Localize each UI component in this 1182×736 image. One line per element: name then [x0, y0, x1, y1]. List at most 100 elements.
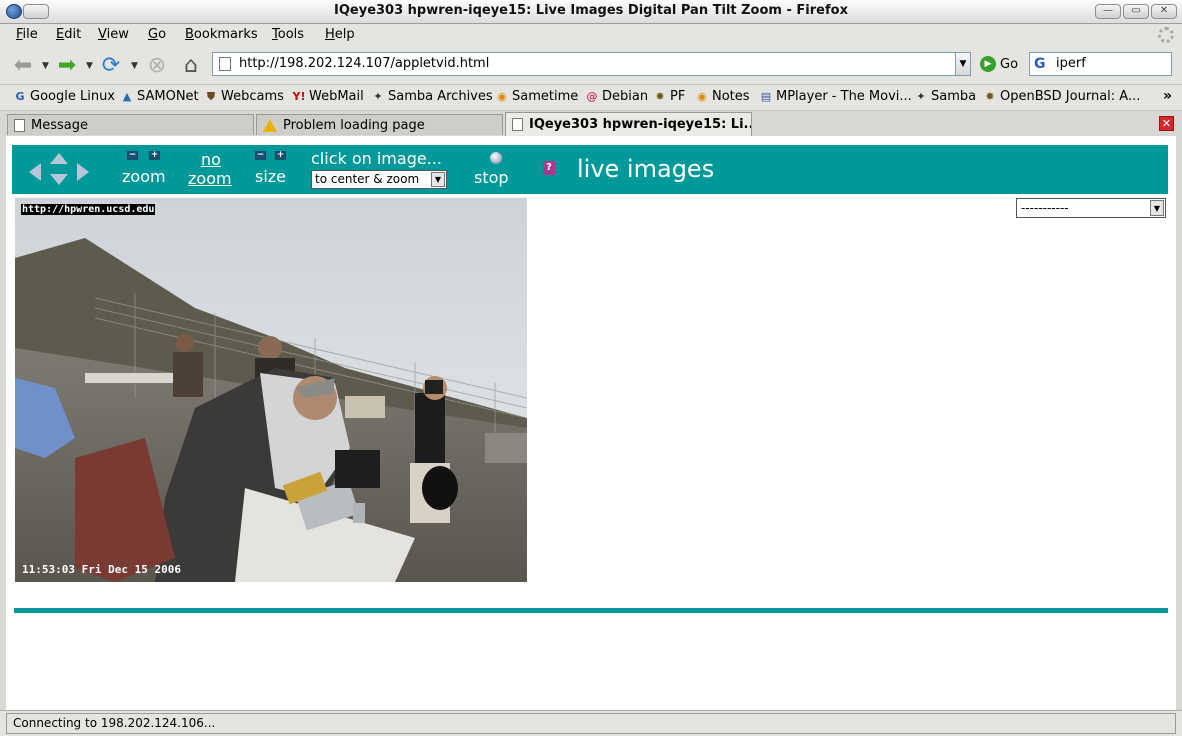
page-title: live images — [577, 155, 715, 183]
menu-bar: File Edit View Go Bookmarks Tools Help — [0, 24, 1182, 46]
bookmark-samba[interactable]: ✦ Samba — [914, 89, 976, 104]
google-search-icon[interactable]: G — [1034, 56, 1046, 72]
tab-message[interactable]: Message — [7, 114, 254, 135]
menu-edit[interactable]: Edit — [56, 27, 81, 42]
sametime-icon: ◉ — [497, 90, 507, 103]
tilt-down-icon[interactable] — [50, 174, 68, 185]
page-icon — [14, 118, 25, 132]
url-text[interactable]: http://198.202.124.107/appletvid.html — [239, 56, 489, 71]
search-input[interactable]: G iperf — [1029, 52, 1172, 76]
close-window-button[interactable]: ✕ — [1151, 4, 1177, 19]
drop-icon: ▲ — [122, 90, 132, 103]
search-text[interactable]: iperf — [1056, 56, 1086, 71]
camera-select-value: ----------- — [1021, 201, 1069, 215]
horizontal-divider — [14, 608, 1168, 613]
debian-swirl-icon: @ — [586, 90, 598, 103]
page-content: − + zoom no zoom − + size click on image… — [6, 136, 1176, 710]
click-on-image-label: click on image... — [311, 149, 442, 168]
bookmark-notes[interactable]: ◉ Notes — [695, 89, 749, 104]
bookmark-samonet[interactable]: ▲ SAMONet — [120, 89, 199, 104]
menu-bookmarks[interactable]: Bookmarks — [185, 27, 258, 42]
reload-button[interactable]: ⟳ — [98, 52, 124, 78]
chevron-down-icon[interactable]: ▼ — [1150, 200, 1164, 216]
bookmarks-toolbar: G Google Linux ▲ SAMONet ⛊ Webcams Y! WebMai… — [0, 84, 1182, 110]
menu-help[interactable]: Help — [325, 27, 355, 42]
go-label: Go — [1000, 56, 1019, 72]
zoom-in-icon[interactable]: + — [149, 151, 160, 160]
stop-icon: ⊗ — [147, 52, 167, 78]
bookmark-sametime[interactable]: ◉ Sametime — [495, 89, 578, 104]
menu-tools[interactable]: Tools — [272, 27, 304, 42]
camera-select[interactable]: ----------- ▼ — [1016, 198, 1166, 218]
maximize-button[interactable]: ▭ — [1123, 4, 1149, 19]
zoom-out-icon[interactable]: − — [127, 151, 138, 160]
size-decrease-icon[interactable]: − — [255, 151, 266, 160]
throbber-icon — [1158, 27, 1174, 43]
go-button[interactable]: ▶ Go — [980, 54, 1018, 74]
forward-button[interactable]: ➡ — [54, 52, 80, 78]
reload-dropdown[interactable]: ▼ — [131, 61, 138, 71]
back-arrow-icon: ⬅ — [13, 52, 33, 78]
page-icon — [512, 118, 523, 131]
camera-overlay-url: http://hpwren.ucsd.edu — [21, 204, 156, 215]
menu-file[interactable]: File — [16, 27, 38, 42]
pan-right-icon[interactable] — [77, 163, 89, 181]
help-icon[interactable]: ? — [543, 161, 555, 175]
stop-stream-icon[interactable] — [490, 152, 502, 164]
click-mode-select[interactable]: to center & zoom ▼ — [311, 170, 447, 189]
page-icon — [219, 57, 231, 71]
stop-stream-label[interactable]: stop — [474, 168, 509, 187]
tab-bar: Message Problem loading page IQeye303 hp… — [0, 110, 1182, 136]
mplayer-icon: ▤ — [760, 90, 772, 103]
home-icon: ⌂ — [184, 52, 198, 78]
go-arrow-icon: ▶ — [980, 56, 996, 72]
minimize-button[interactable]: — — [1095, 4, 1121, 19]
size-increase-icon[interactable]: + — [275, 151, 286, 160]
no-zoom-link-zoom[interactable]: zoom — [188, 169, 232, 188]
back-history-dropdown[interactable]: ▼ — [42, 61, 49, 71]
click-mode-value: to center & zoom — [315, 172, 420, 186]
forward-history-dropdown[interactable]: ▼ — [86, 61, 93, 71]
window-title: IQeye303 hpwren-iqeye15: Live Images Dig… — [334, 3, 848, 18]
tab-iqeye[interactable]: IQeye303 hpwren-iqeye15: Li... — [505, 112, 752, 136]
camera-timestamp: 11:53:03 Fri Dec 15 2006 — [22, 563, 181, 576]
bookmark-debian[interactable]: @ Debian — [585, 89, 649, 104]
tilt-up-icon[interactable] — [50, 153, 68, 164]
yahoo-icon: Y! — [292, 90, 306, 103]
size-label: size — [255, 167, 287, 186]
no-zoom-link-no[interactable]: no — [201, 150, 221, 169]
bookmark-webcams[interactable]: ⛊ Webcams — [204, 89, 284, 104]
bookmark-webmail[interactable]: Y! WebMail — [292, 89, 364, 104]
tab-problem-loading[interactable]: Problem loading page — [256, 114, 503, 135]
reload-icon: ⟳ — [101, 52, 121, 78]
camera-control-bar: − + zoom no zoom − + size click on image… — [12, 145, 1168, 194]
bookmark-mplayer[interactable]: ▤ MPlayer - The Movi... — [759, 89, 912, 104]
pan-left-icon[interactable] — [29, 163, 41, 181]
menu-go[interactable]: Go — [148, 27, 166, 42]
chevron-down-icon[interactable]: ▼ — [431, 172, 445, 187]
warning-icon — [263, 118, 277, 132]
url-history-dropdown[interactable]: ▼ — [955, 52, 971, 76]
puffy-icon: ✸ — [655, 90, 665, 103]
stop-button[interactable]: ⊗ — [144, 52, 170, 78]
close-tab-icon[interactable]: ✕ — [1159, 116, 1174, 131]
title-bar: IQeye303 hpwren-iqeye15: Live Images Dig… — [0, 0, 1182, 24]
shield-icon: ⛊ — [206, 89, 216, 103]
samba-dancer-icon: ✦ — [916, 90, 926, 103]
url-bar[interactable]: http://198.202.124.107/appletvid.html — [212, 52, 956, 76]
status-bar: Connecting to 198.202.124.106... — [0, 710, 1182, 736]
zoom-label: zoom — [122, 167, 166, 186]
menu-view[interactable]: View — [98, 27, 129, 42]
bookmark-samba-archives[interactable]: ✦ Samba Archives — [371, 89, 492, 104]
status-text: Connecting to 198.202.124.106... — [6, 713, 1176, 734]
navigation-toolbar: ⬅ ▼ ➡ ▼ ⟳ ▼ ⊗ ⌂ http://198.202.124.107/a… — [0, 46, 1182, 84]
puffy-icon: ✸ — [985, 90, 995, 103]
home-button[interactable]: ⌂ — [178, 52, 204, 78]
bookmark-pf[interactable]: ✸ PF — [653, 89, 685, 104]
back-button[interactable]: ⬅ — [10, 52, 36, 78]
google-icon: G — [15, 90, 25, 103]
camera-live-image[interactable]: http://hpwren.ucsd.edu 11:53:03 Fri Dec … — [15, 198, 527, 582]
bookmark-google-linux[interactable]: G Google Linux — [13, 89, 115, 104]
bookmark-openbsd-journal[interactable]: ✸ OpenBSD Journal: A... — [983, 89, 1140, 104]
bookmarks-overflow-chevron-icon[interactable]: » — [1163, 88, 1172, 104]
